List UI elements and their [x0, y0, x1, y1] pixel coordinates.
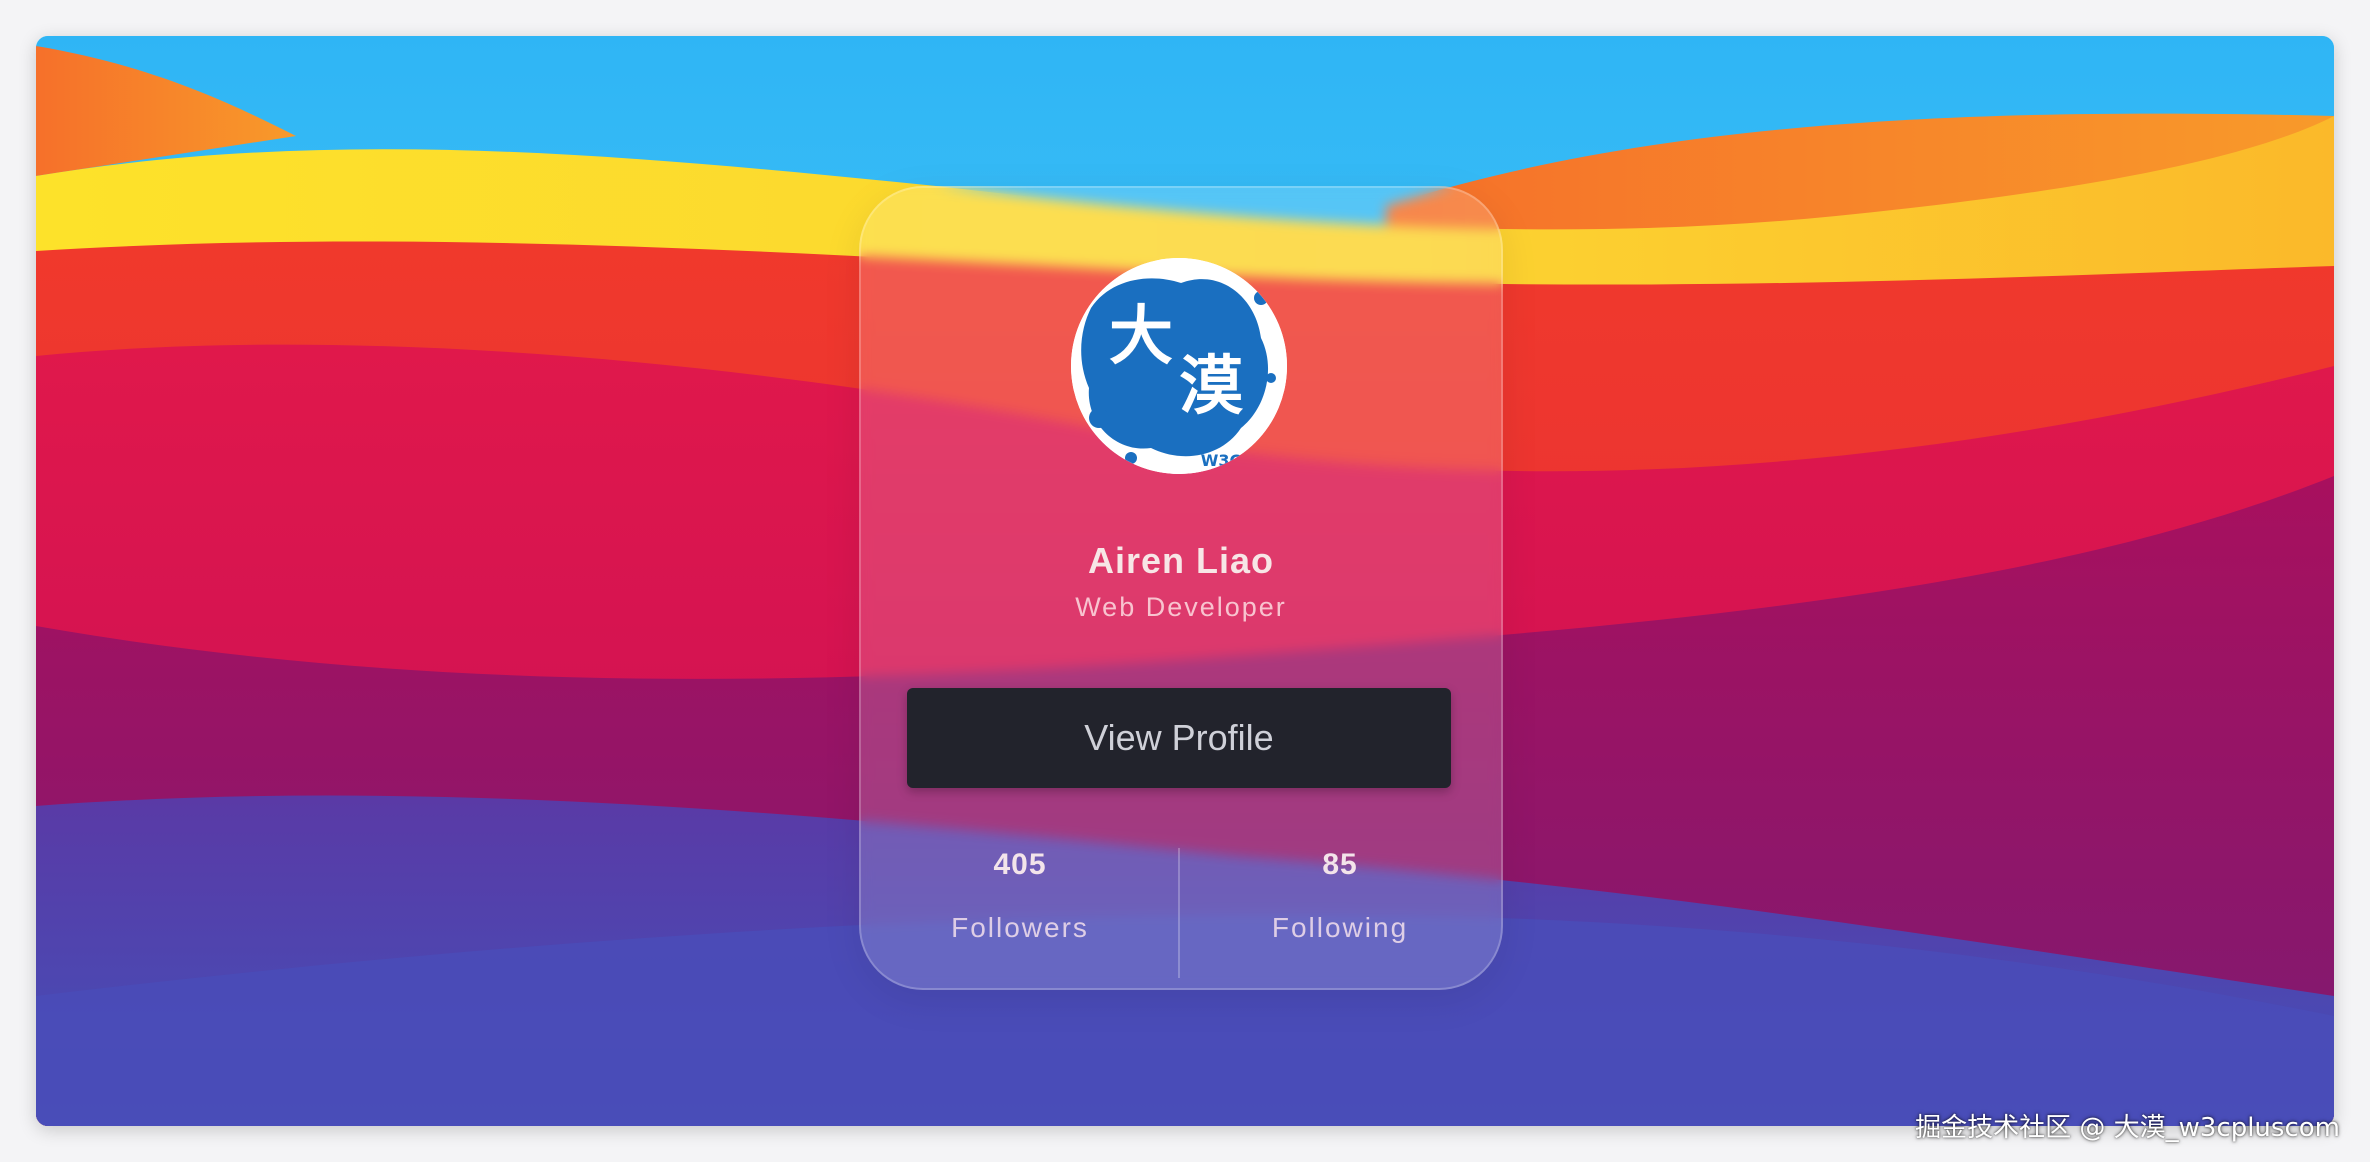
following-stat[interactable]: 85 Following [1181, 848, 1499, 944]
watermark: 掘金技术社区 @ 大漠_w3cpluscom [1915, 1113, 2340, 1143]
followers-count: 405 [993, 848, 1047, 881]
ink-splash-logo-icon: 大 漠 W3C [1071, 258, 1287, 474]
following-count: 85 [1322, 848, 1358, 881]
followers-label: Followers [951, 912, 1089, 943]
view-profile-button[interactable]: View Profile [907, 688, 1451, 788]
profile-role: Web Developer [1075, 592, 1287, 622]
svg-text:漠: 漠 [1179, 350, 1243, 424]
profile-card: 大 漠 W3C Airen Liao Web Developer View Pr… [859, 186, 1503, 990]
stats-divider [1178, 848, 1180, 978]
svg-text:W3C: W3C [1201, 451, 1242, 470]
following-label: Following [1271, 912, 1409, 943]
svg-text:大: 大 [1109, 300, 1173, 374]
followers-stat[interactable]: 405 Followers [861, 848, 1179, 944]
wallpaper-frame: 大 漠 W3C Airen Liao Web Developer View Pr… [36, 36, 2334, 1126]
profile-name: Airen Liao [1087, 540, 1275, 581]
avatar[interactable]: 大 漠 W3C [1071, 258, 1287, 474]
